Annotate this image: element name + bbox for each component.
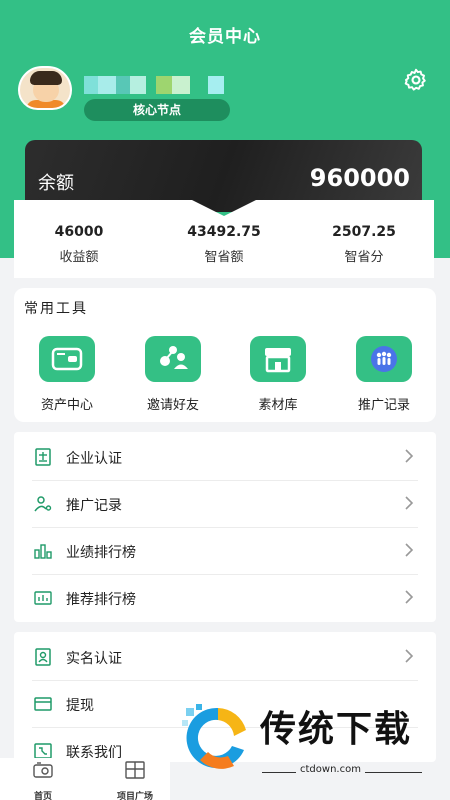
stat-saved-points: 2507.25 智省分 [299,224,429,265]
stat-saved-points-label: 智省分 [344,250,384,265]
wallet-icon [39,336,95,382]
tool-label: 素材库 [258,398,298,413]
watermark-url: ctdown.com [296,764,365,775]
stat-saved-amount-label: 智省额 [204,250,244,265]
tool-asset-center[interactable]: 资产中心 [21,336,113,413]
tool-invite-friends[interactable]: 邀请好友 [127,336,219,413]
chevron-right-icon [405,496,414,510]
invite-friends-icon [145,336,201,382]
stat-income: 46000 收益额 [14,224,144,265]
menu-item-promotion-records[interactable]: 推广记录 [14,481,436,528]
card-icon [34,697,52,711]
grid-icon [125,761,145,779]
balance-label: 余额 [38,173,74,194]
certificate-icon [35,448,51,466]
menu-item-label: 推荐排行榜 [66,592,136,608]
tool-label: 资产中心 [40,398,93,413]
menu-item-label: 推广记录 [66,498,122,514]
tools-title: 常用工具 [24,301,88,317]
menu-item-label: 提现 [66,698,94,714]
menu-group-1: 企业认证 推广记录 业绩排行榜 推荐排行榜 [14,432,436,622]
bottom-nav-bar: 首页 项目广场 [0,758,170,800]
settings-gear-icon[interactable] [403,67,429,93]
menu-item-real-name-auth[interactable]: 实名认证 [14,634,436,681]
stats-panel: 46000 收益额 43492.75 智省额 2507.25 智省分 [14,200,434,280]
people-icon [356,336,412,382]
menu-item-label: 业绩排行榜 [66,545,136,561]
chevron-right-icon [405,649,414,663]
menu-item-performance-ranking[interactable]: 业绩排行榜 [14,528,436,575]
stat-saved-amount: 43492.75 智省额 [159,224,289,265]
nav-label: 首页 [33,792,52,800]
nav-home[interactable]: 首页 [8,761,78,800]
chevron-right-icon [405,543,414,557]
menu-item-enterprise-cert[interactable]: 企业认证 [14,434,436,481]
stat-saved-points-value: 2507.25 [332,224,396,240]
stat-income-label: 收益额 [59,250,99,265]
tool-material-library[interactable]: 素材库 [232,336,324,413]
page-title: 会员中心 [189,27,261,47]
chevron-right-icon [405,449,414,463]
username-blurred [84,76,230,94]
menu-item-referral-ranking[interactable]: 推荐排行榜 [14,575,436,622]
home-icon [33,762,53,778]
menu-item-label: 实名认证 [66,651,122,667]
common-tools-panel: 常用工具 资产中心 邀请好友 素材库 推广记录 [14,288,436,422]
user-share-icon [34,496,52,512]
chart-rank-icon [34,591,52,605]
tool-promotion-records[interactable]: 推广记录 [338,336,430,413]
bar-rank-icon [34,544,52,559]
stat-saved-amount-value: 43492.75 [187,224,261,240]
chevron-right-icon [405,590,414,604]
balance-value: 960000 [309,164,410,192]
nav-project-square[interactable]: 项目广场 [100,761,170,800]
tool-label: 推广记录 [357,398,410,413]
tool-label: 邀请好友 [146,398,199,413]
avatar[interactable] [18,66,72,110]
store-icon [250,336,306,382]
node-level-badge: 核心节点 [84,99,230,121]
menu-item-label: 企业认证 [66,451,122,467]
stat-income-value: 46000 [54,224,104,240]
nav-label: 项目广场 [116,792,153,800]
watermark-logo-icon [182,704,246,769]
id-card-icon [35,648,51,666]
watermark-brand: 传统下载 [260,709,413,750]
